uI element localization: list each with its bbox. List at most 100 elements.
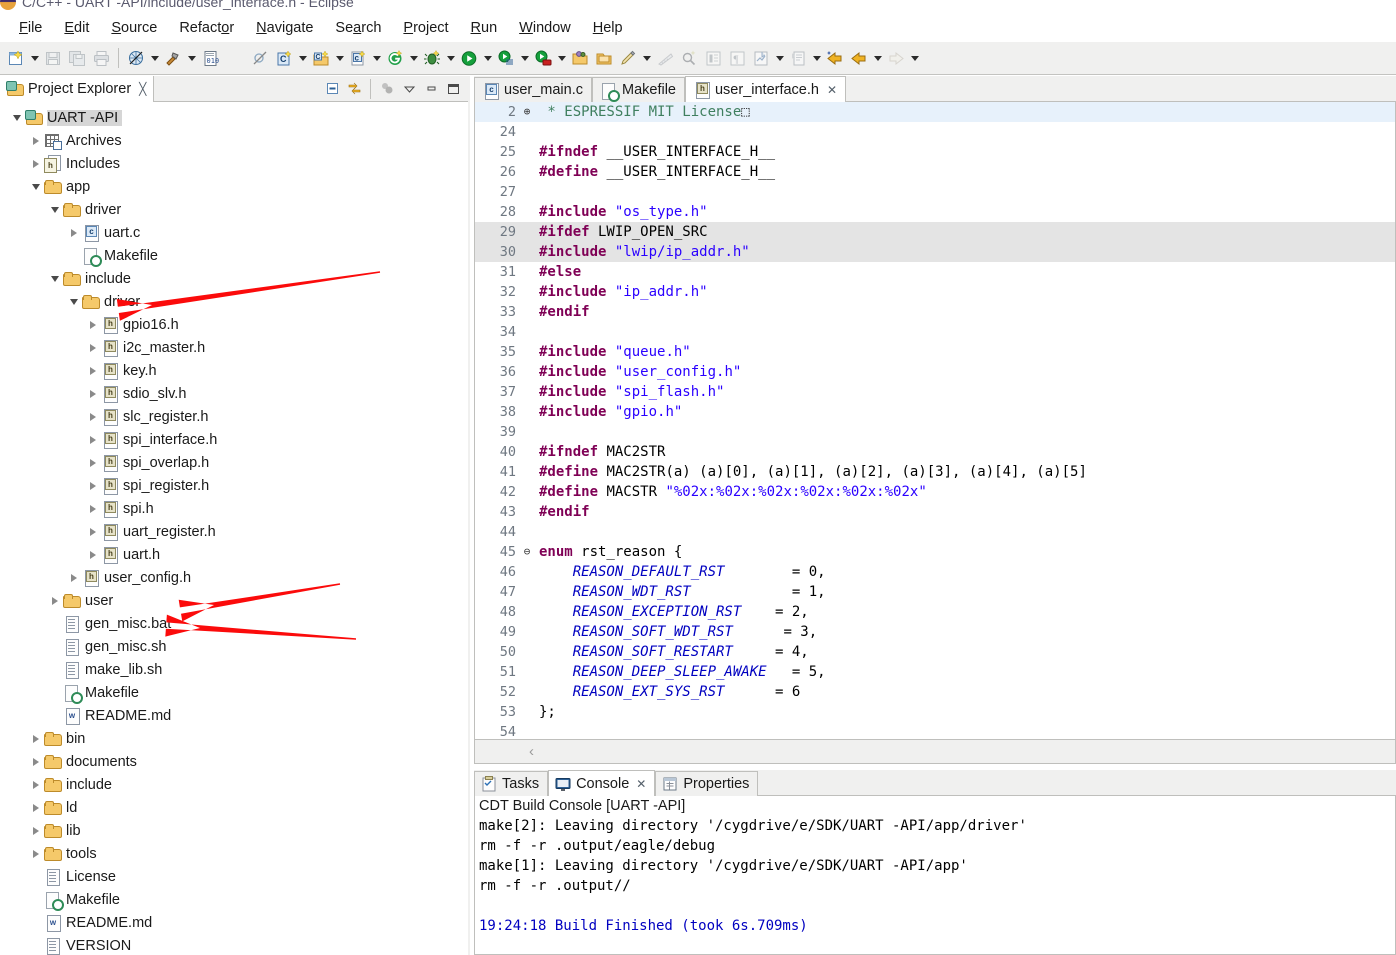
code-line[interactable]: 54 [475,722,1395,739]
tree-item-gen-misc-sh[interactable]: gen_misc.sh [0,635,468,658]
tree-item-archives[interactable]: Archives [0,129,468,152]
twisty-closed-icon[interactable] [28,731,44,747]
next-annotation-icon[interactable] [786,46,810,70]
tree-item-documents[interactable]: documents [0,750,468,773]
menu-source[interactable]: Source [100,17,168,39]
code-line[interactable]: 31 #else [475,262,1395,282]
twisty-open-icon[interactable] [66,294,82,310]
twisty-open-icon[interactable] [47,271,63,287]
dropdown-arrow-icon[interactable] [28,47,41,69]
tree-item-user-config-h[interactable]: user_config.h [0,566,468,589]
ruler-icon[interactable] [653,46,677,70]
code-line[interactable]: 25 #ifndef __USER_INTERFACE_H__ [475,142,1395,162]
code-line[interactable]: 35 #include "queue.h" [475,342,1395,362]
close-icon[interactable]: ✕ [827,83,837,97]
tree-item-make-lib-sh[interactable]: make_lib.sh [0,658,468,681]
code-line[interactable]: 28 #include "os_type.h" [475,202,1395,222]
debug-bug-icon[interactable] [420,46,444,70]
editor-horizontal-scrollbar[interactable]: ‹ [474,740,1396,764]
build-configurations-icon[interactable] [124,46,148,70]
save-icon[interactable] [41,46,65,70]
dropdown-arrow-icon[interactable] [185,47,198,69]
code-line[interactable]: 36 #include "user_config.h" [475,362,1395,382]
tree-item-gpio16-h[interactable]: gpio16.h [0,313,468,336]
code-line[interactable]: 32 #include "ip_addr.h" [475,282,1395,302]
code-line[interactable]: 26 #define __USER_INTERFACE_H__ [475,162,1395,182]
tree-item-spi-h[interactable]: spi.h [0,497,468,520]
menu-refactor[interactable]: Refactor [168,17,245,39]
tree-item-user[interactable]: user [0,589,468,612]
twisty-closed-icon[interactable] [66,570,82,586]
minimize-icon[interactable] [421,79,441,99]
menu-edit[interactable]: Edit [53,17,100,39]
code-line[interactable]: 38 #include "gpio.h" [475,402,1395,422]
twisty-closed-icon[interactable] [85,363,101,379]
dropdown-arrow-icon[interactable] [444,47,457,69]
code-line[interactable]: 46 REASON_DEFAULT_RST = 0, [475,562,1395,582]
fold-toggle-icon[interactable]: ⊖ [519,542,535,562]
tab-tasks[interactable]: Tasks [474,771,549,796]
code-line[interactable]: 47 REASON_WDT_RST = 1, [475,582,1395,602]
scroll-left-icon[interactable]: ‹ [529,743,534,760]
twisty-closed-icon[interactable] [47,593,63,609]
twisty-closed-icon[interactable] [28,800,44,816]
twisty-closed-icon[interactable] [85,524,101,540]
maximize-icon[interactable] [443,79,463,99]
menu-search[interactable]: Search [324,17,392,39]
twisty-closed-icon[interactable] [85,432,101,448]
tree-item-ld[interactable]: ld [0,796,468,819]
back-arrow-icon[interactable] [847,46,871,70]
toggle-breakpoint-icon[interactable] [248,46,272,70]
tree-item-uart-api[interactable]: UART -API [0,106,468,129]
twisty-closed-icon[interactable] [85,317,101,333]
build-hammer-icon[interactable] [161,46,185,70]
tree-item-sdio-slv-h[interactable]: sdio_slv.h [0,382,468,405]
dropdown-arrow-icon[interactable] [555,47,568,69]
collapse-all-icon[interactable] [322,79,342,99]
tree-item-gen-misc-bat[interactable]: gen_misc.bat [0,612,468,635]
code-line[interactable]: 2 ⊕ * ESPRESSIF MIT License⬚ [475,102,1395,122]
tree-item-includes[interactable]: Includes [0,152,468,175]
twisty-closed-icon[interactable] [66,225,82,241]
twisty-closed-icon[interactable] [85,478,101,494]
console-output[interactable]: CDT Build Console [UART -API] make[2]: L… [474,796,1396,955]
forward-arrow-icon[interactable] [884,46,908,70]
open-type-icon[interactable] [568,46,592,70]
menu-help[interactable]: Help [582,17,634,39]
twisty-closed-icon[interactable] [28,754,44,770]
tree-item-bin[interactable]: bin [0,727,468,750]
twisty-open-icon[interactable] [47,202,63,218]
source-editor[interactable]: 2 ⊕ * ESPRESSIF MIT License⬚ 24 25 #ifndef _… [474,102,1396,740]
dropdown-arrow-icon[interactable] [333,47,346,69]
binary-file-icon[interactable]: 010 [198,46,222,70]
twisty-closed-icon[interactable] [85,547,101,563]
tree-item-uart-register-h[interactable]: uart_register.h [0,520,468,543]
twisty-closed-icon[interactable] [28,777,44,793]
code-line[interactable]: 42 #define MACSTR "%02x:%02x:%02x:%02x:%0… [475,482,1395,502]
menu-file[interactable]: File [8,17,53,39]
code-line[interactable]: 27 [475,182,1395,202]
twisty-closed-icon[interactable] [28,133,44,149]
code-line[interactable]: 39 [475,422,1395,442]
tree-item-app[interactable]: app [0,175,468,198]
code-line[interactable]: 43 #endif [475,502,1395,522]
open-resource-icon[interactable] [592,46,616,70]
tree-item-uart-c[interactable]: uart.c [0,221,468,244]
tree-item-include[interactable]: include [0,267,468,290]
tree-item-license[interactable]: License [0,865,468,888]
tree-item-slc-register-h[interactable]: slc_register.h [0,405,468,428]
code-line[interactable]: 37 #include "spi_flash.h" [475,382,1395,402]
twisty-closed-icon[interactable] [28,156,44,172]
tree-item-i2c-master-h[interactable]: i2c_master.h [0,336,468,359]
print-icon[interactable] [89,46,113,70]
code-line[interactable]: 50 REASON_SOFT_RESTART = 4, [475,642,1395,662]
show-whitespace-icon[interactable]: ¶ [725,46,749,70]
code-line[interactable]: 24 [475,122,1395,142]
tree-item-makefile[interactable]: Makefile [0,681,468,704]
code-line[interactable]: 34 [475,322,1395,342]
fold-toggle-icon[interactable]: ⊕ [519,102,535,122]
twisty-closed-icon[interactable] [28,846,44,862]
dropdown-arrow-icon[interactable] [518,47,531,69]
new-wizard-icon[interactable] [4,46,28,70]
new-c-project-icon[interactable]: C [272,46,296,70]
